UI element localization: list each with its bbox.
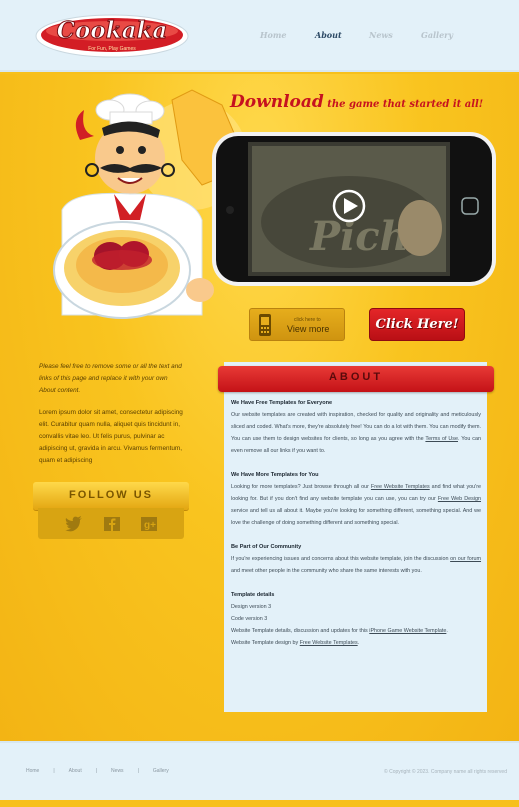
copyright-text: © Copyright © 2023. Company name all rig…: [384, 769, 507, 775]
sidebar-intro: Please feel free to remove some or all t…: [39, 361, 183, 467]
follow-us-panel: FOLLOW US g+: [33, 482, 189, 540]
footer-separator: |: [95, 768, 98, 774]
free-website-templates-link[interactable]: Free Website Templates: [371, 484, 430, 490]
game-video-phone[interactable]: Pich: [210, 130, 498, 288]
site-header: Cookaka For Fun, Play Games Home About N…: [0, 0, 519, 72]
facebook-icon[interactable]: [103, 516, 121, 532]
svg-text:Pich: Pich: [309, 213, 409, 260]
section-title: Be Part of Our Community: [231, 544, 302, 550]
footer-separator: |: [53, 768, 55, 774]
follow-us-title: FOLLOW US: [69, 489, 153, 501]
section-paragraph: Looking for more templates? Just browse …: [231, 484, 481, 526]
free-web-design-link[interactable]: Free Web Design: [438, 496, 481, 502]
template-details-text: Website Template details, discussion and…: [231, 628, 448, 634]
svg-text:For Fun, Play Games: For Fun, Play Games: [88, 46, 136, 52]
footer-nav: Home | About | News | Gallery: [26, 768, 169, 774]
section-title: Template details: [231, 592, 275, 598]
intro-lorem-text: Lorem ipsum dolor sit amet, consectetur …: [39, 409, 183, 464]
footer-link-about[interactable]: About: [69, 768, 82, 774]
footer-link-news[interactable]: News: [111, 768, 124, 774]
footer-separator: |: [137, 768, 139, 774]
footer-link-home[interactable]: Home: [26, 768, 39, 774]
site-footer: Home | About | News | Gallery © Copyright © 20…: [0, 741, 519, 800]
section-title: We Have Free Templates for Everyone: [231, 400, 333, 406]
svg-text:g+: g+: [144, 520, 156, 531]
view-more-small-text: click here to: [294, 317, 321, 323]
nav-home[interactable]: Home: [260, 30, 286, 40]
cookaka-logo[interactable]: Cookaka For Fun, Play Games: [34, 10, 190, 58]
section-title: We Have More Templates for You: [231, 472, 319, 478]
nav-gallery[interactable]: Gallery: [421, 30, 453, 40]
download-headline: Download the game that started it all!: [230, 92, 483, 112]
design-version: Design version 3: [231, 604, 272, 610]
bottom-strip: [0, 800, 519, 807]
section-paragraph: Our website templates are created with i…: [231, 412, 481, 454]
nav-news[interactable]: News: [369, 30, 393, 40]
click-here-button[interactable]: Click Here!: [369, 308, 465, 341]
terms-of-use-link[interactable]: Terms of Use: [425, 436, 458, 442]
twitter-icon[interactable]: [65, 516, 83, 532]
footer-link-gallery[interactable]: Gallery: [153, 768, 169, 774]
about-title: ABOUT: [328, 371, 384, 383]
forum-link[interactable]: on our forum: [450, 556, 481, 562]
iphone-game-template-link[interactable]: iPhone Game Website Template: [369, 628, 446, 634]
nav-about[interactable]: About: [315, 30, 342, 40]
section-paragraph: If you're experiencing issues and concer…: [231, 556, 482, 574]
mobile-phone-icon: [259, 314, 271, 336]
intro-italic-text: Please feel free to remove some or all t…: [39, 363, 182, 394]
view-more-label: View more: [287, 324, 330, 334]
about-ribbon: ABOUT: [218, 366, 494, 392]
about-body: We Have Free Templates for Everyone Our …: [231, 397, 481, 649]
svg-text:Cookaka: Cookaka: [57, 17, 168, 44]
design-by-text: Website Template design by Free Website …: [231, 640, 360, 646]
google-plus-icon[interactable]: g+: [140, 516, 158, 532]
view-more-button[interactable]: click here to View more: [249, 308, 345, 341]
download-tagline: the game that started it all!: [323, 99, 484, 110]
code-version: Code version 3: [231, 616, 268, 622]
design-by-link[interactable]: Free Website Templates: [300, 640, 358, 646]
